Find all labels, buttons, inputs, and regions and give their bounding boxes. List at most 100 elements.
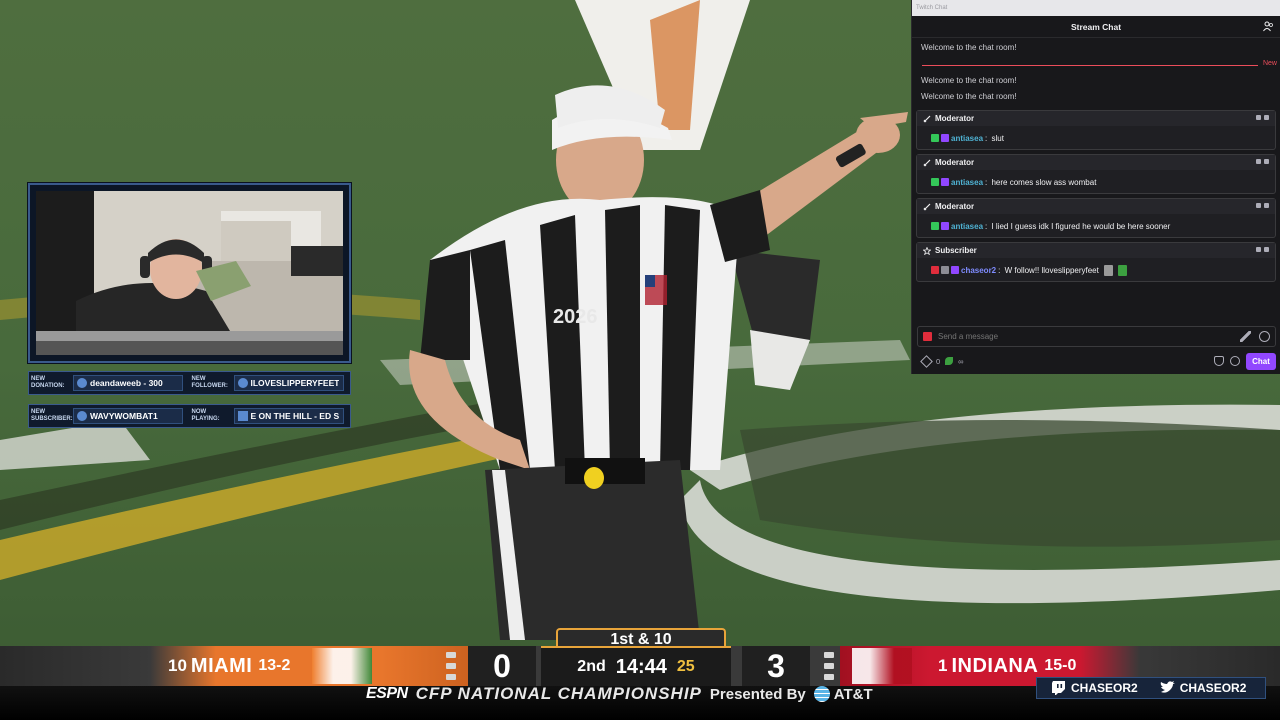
subscriber-caption: NEW SUBSCRIBER:: [31, 409, 73, 422]
chat-message-role-header: Moderator: [917, 111, 1275, 126]
system-message: Welcome to the chat room!: [921, 75, 1017, 85]
edit-icon[interactable]: [1264, 247, 1269, 252]
system-message: Welcome to the chat room!: [921, 42, 1017, 52]
donation-caption: NEW DONATION:: [31, 376, 65, 389]
away-score: 0: [468, 646, 536, 686]
follower-icon: [237, 378, 248, 388]
webcam-frame: [28, 183, 351, 363]
timeout-indicator: [824, 663, 834, 669]
timeout-indicator: [446, 663, 456, 669]
system-message: Welcome to the chat room!: [921, 91, 1017, 101]
shield-icon[interactable]: [1214, 356, 1224, 366]
chat-role-label: Subscriber: [935, 246, 977, 255]
scorebug: 10 MIAMI 13-2 0 1st & 10 2nd 14:44 25 3 …: [0, 628, 1280, 720]
edit-icon[interactable]: [1264, 203, 1269, 208]
now-playing-caption: NOW PLAYING:: [191, 409, 220, 422]
espn-logo: ESPN: [366, 685, 408, 702]
chat-message-text: slut: [991, 133, 1004, 143]
verified-badge-icon: [931, 134, 939, 142]
gear-icon[interactable]: [1230, 356, 1240, 366]
subscriber-value: WAVYWOMBAT1: [90, 411, 158, 421]
alerts-row-1: NEW DONATION: deandaweeb - 300 NEW FOLLO…: [28, 371, 351, 395]
chat-message-card[interactable]: Subscriber chaseor2: W follow!! llovesli…: [916, 242, 1276, 282]
copy-icon[interactable]: [1256, 203, 1261, 208]
sub-badge-icon: [941, 134, 949, 142]
chat-input-box[interactable]: [917, 326, 1276, 347]
chat-role-label: Moderator: [935, 114, 975, 123]
sub-badge-icon: [941, 222, 949, 230]
verified-badge-icon: [931, 178, 939, 186]
webcam-feed: [36, 191, 343, 355]
chat-username[interactable]: antiasea: [951, 222, 983, 231]
edit-icon[interactable]: [1264, 115, 1269, 120]
twitter-handle-text: CHASEOR2: [1179, 681, 1247, 695]
users-list-icon[interactable]: [1263, 21, 1274, 32]
donation-alert: NEW DONATION: deandaweeb - 300: [29, 372, 190, 394]
chat-message-card[interactable]: Moderator antiasea: here comes slow ass …: [916, 154, 1276, 194]
webcam-scene: [36, 191, 343, 355]
subscriber-star-icon: [923, 246, 931, 255]
edit-icon[interactable]: [1264, 159, 1269, 164]
home-score: 3: [742, 646, 810, 686]
twitter-handle: CHASEOR2: [1160, 681, 1247, 695]
copy-icon[interactable]: [1256, 159, 1261, 164]
chat-message-role-header: Subscriber: [917, 243, 1275, 258]
emoji-picker-icon[interactable]: [1259, 331, 1270, 342]
quarter: 2nd: [577, 658, 606, 675]
chat-username[interactable]: chaseor2: [961, 266, 996, 275]
timeout-indicator: [824, 652, 834, 658]
chat-message-body: chaseor2: W follow!! lloveslipperyfeet: [917, 258, 1275, 282]
sub-badge-icon: [941, 178, 949, 186]
moderator-sword-icon: [923, 203, 931, 210]
chat-message-card[interactable]: Moderator antiasea: slut: [916, 110, 1276, 150]
away-team-panel: 10 MIAMI 13-2: [150, 646, 480, 686]
donation-icon: [77, 378, 87, 388]
chat-message-text: I lied I guess idk I figured he would be…: [991, 221, 1171, 231]
home-timeouts: [824, 652, 834, 680]
message-tools: [1256, 115, 1269, 120]
points-extra: ∞: [958, 356, 964, 366]
follower-value: ILOVESLIPPERYFEET: [250, 378, 340, 388]
channel-points-value: 0: [936, 356, 941, 366]
copy-icon[interactable]: [1256, 115, 1261, 120]
subscriber-icon: [77, 411, 87, 421]
now-playing-value: E ON THE HILL - ED S: [250, 411, 340, 421]
chat-username[interactable]: antiasea: [951, 134, 983, 143]
away-timeouts: [446, 652, 456, 680]
chat-username[interactable]: antiasea: [951, 178, 983, 187]
chat-role-label: Moderator: [935, 158, 975, 167]
chat-message-role-header: Moderator: [917, 199, 1275, 214]
chat-role-label: Moderator: [935, 202, 975, 211]
timeout-indicator: [446, 652, 456, 658]
moderator-sword-icon: [923, 115, 931, 122]
donation-value: deandaweeb - 300: [90, 378, 163, 388]
subscriber-alert: NEW SUBSCRIBER: WAVYWOMBAT1: [29, 405, 190, 427]
now-playing-value-box: E ON THE HILL - ED S: [233, 408, 344, 424]
chat-message-input[interactable]: [938, 332, 1228, 341]
chat-panel: Twitch Chat Stream Chat Welcome to the c…: [911, 0, 1280, 374]
chat-send-button[interactable]: Chat: [1246, 353, 1276, 370]
emote-icon: [1103, 264, 1113, 276]
follower-caption: NEW FOLLOWER:: [191, 376, 228, 389]
sponsor: AT&T: [813, 686, 873, 703]
away-team-name: MIAMI: [190, 654, 253, 677]
twitter-bird-icon: [1160, 681, 1175, 695]
copy-icon[interactable]: [1256, 247, 1261, 252]
now-playing-alert: NOW PLAYING: E ON THE HILL - ED S: [190, 405, 351, 427]
sub-badge-icon: [951, 266, 959, 274]
miami-logo-icon: [312, 648, 373, 684]
chat-window-titlebar: Twitch Chat: [912, 0, 1280, 16]
chat-message-card[interactable]: Moderator antiasea: I lied I guess idk I…: [916, 198, 1276, 238]
leaf-emote-icon: [1117, 264, 1127, 276]
twitch-handle-text: CHASEOR2: [1071, 681, 1138, 695]
subscriber-value-box: WAVYWOMBAT1: [73, 408, 183, 424]
home-seed: 1: [938, 656, 948, 675]
chat-message-role-header: Moderator: [917, 155, 1275, 170]
chat-identity-badge-icon: [923, 332, 932, 341]
channel-points-icon[interactable]: [920, 354, 933, 368]
twitch-handle: CHASEOR2: [1051, 681, 1138, 695]
indiana-logo-icon: [852, 648, 912, 684]
game-clock-box: 2nd 14:44 25: [541, 646, 731, 686]
message-tools: [1256, 159, 1269, 164]
magic-wand-icon[interactable]: [1240, 331, 1251, 342]
